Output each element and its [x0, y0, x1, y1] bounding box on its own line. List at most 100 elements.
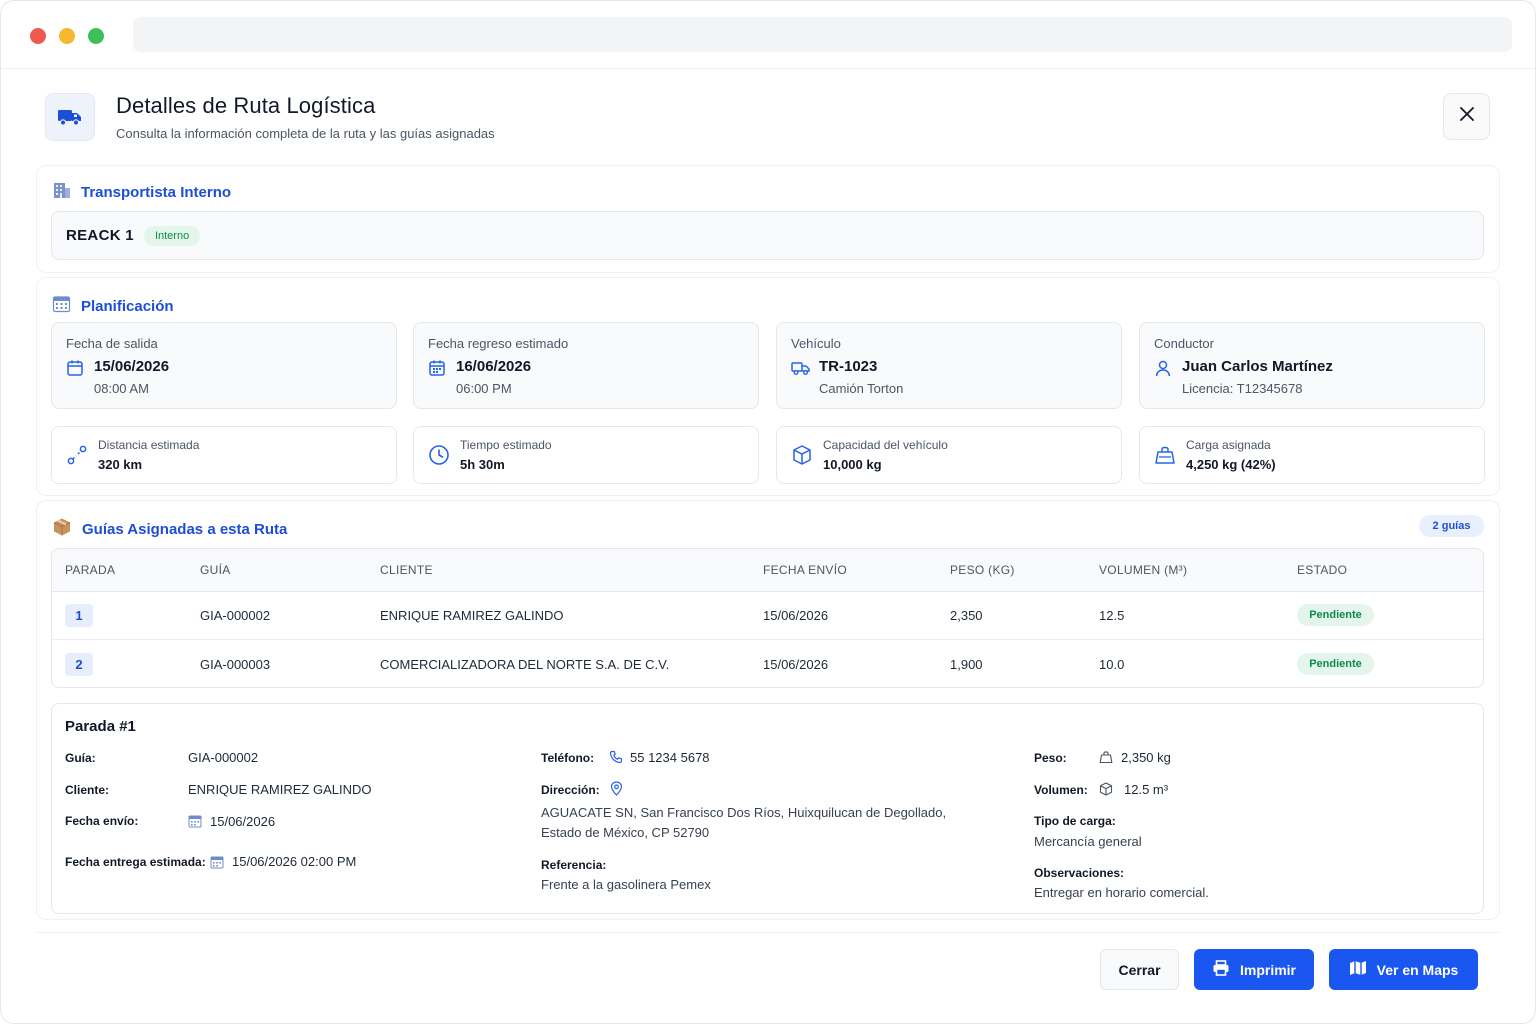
table-row[interactable]: 1 GIA-000002 ENRIQUE RAMIREZ GALINDO 15/…: [52, 592, 1483, 640]
window-close-dot[interactable]: [30, 28, 46, 44]
address-line-2: Estado de México, CP 52790: [541, 825, 710, 840]
assigned-load-card: Carga asignada 4,250 kg (42%): [1139, 426, 1485, 484]
window-titlebar: [1, 1, 1535, 69]
ship-date-value: 15/06/2026: [210, 814, 276, 829]
return-date-card: Fecha regreso estimado 16/06/2026 06:00 …: [413, 322, 759, 409]
cargo-type-label: Tipo de carga:: [1034, 814, 1116, 828]
volume-label: Volumen:: [1034, 783, 1088, 797]
phone-value: 55 1234 5678: [630, 750, 710, 765]
metric-value: 5h 30m: [460, 457, 505, 472]
card-value: TR-1023: [819, 358, 878, 375]
cancel-button[interactable]: Cerrar: [1100, 949, 1179, 990]
client-value: ENRIQUE RAMIREZ GALINDO: [188, 782, 372, 797]
client-cell: COMERCIALIZADORA DEL NORTE S.A. DE C.V.: [380, 657, 670, 672]
building-icon: [52, 180, 71, 204]
phone-label: Teléfono:: [541, 751, 595, 765]
window-maximize-dot[interactable]: [88, 28, 104, 44]
card-sub: Camión Torton: [819, 381, 904, 396]
column-header[interactable]: FECHA ENVÍO: [763, 563, 847, 577]
volume-value: 12.5 m³: [1124, 782, 1169, 797]
stop-number: 2: [65, 653, 93, 676]
metric-label: Capacidad del vehículo: [823, 438, 948, 452]
capacity-card: Capacidad del vehículo 10,000 kg: [776, 426, 1122, 484]
print-button[interactable]: Imprimir: [1194, 949, 1314, 990]
guide-value: GIA-000002: [188, 750, 259, 765]
close-icon: [1459, 107, 1474, 126]
stop-detail-panel: Parada #1 Guía: GIA-000002 Cliente: ENRI…: [51, 703, 1484, 914]
column-header[interactable]: ESTADO: [1297, 563, 1347, 577]
guides-count-badge: 2 guías: [1419, 515, 1484, 537]
carrier-section-title: Transportista Interno: [81, 183, 232, 201]
box-icon: [791, 444, 813, 471]
card-label: Fecha regreso estimado: [428, 336, 569, 351]
truck-icon: [45, 93, 95, 141]
weight-cell: 1,900: [950, 657, 983, 672]
ship-date-label: Fecha envío:: [65, 814, 139, 828]
address-line-1: AGUACATE SN, San Francisco Dos Ríos, Hui…: [541, 805, 947, 820]
metric-value: 320 km: [98, 457, 143, 472]
weight-label: Peso:: [1034, 751, 1067, 765]
vehicle-card: Vehículo TR-1023 Camión Torton: [776, 322, 1122, 409]
weight-value: 2,350 kg: [1121, 750, 1171, 765]
column-header[interactable]: VOLUMEN (M³): [1099, 563, 1187, 577]
window-minimize-dot[interactable]: [59, 28, 75, 44]
clock-icon: [428, 444, 450, 471]
calendar-grid-icon: [428, 359, 446, 382]
view-in-maps-button[interactable]: Ver en Maps: [1329, 949, 1478, 990]
card-sub: 06:00 PM: [456, 381, 512, 396]
weight-cell: 2,350: [950, 608, 983, 623]
client-cell: ENRIQUE RAMIREZ GALINDO: [380, 608, 564, 623]
guides-table: PARADA GUÍA CLIENTE FECHA ENVÍO PESO (KG…: [51, 548, 1484, 688]
card-value: Juan Carlos Martínez: [1182, 358, 1333, 375]
stop-detail-title: Parada #1: [65, 718, 136, 735]
phone-icon: [609, 750, 623, 769]
date-cell: 15/06/2026: [763, 657, 829, 672]
planning-section-title: Planificación: [81, 297, 174, 315]
metric-label: Distancia estimada: [98, 438, 200, 452]
guide-cell: GIA-000003: [200, 657, 271, 672]
table-row[interactable]: 2 GIA-000003 COMERCIALIZADORA DEL NORTE …: [52, 641, 1483, 687]
status-badge: Pendiente: [1297, 604, 1374, 626]
delivery-date-value: 15/06/2026 02:00 PM: [232, 854, 357, 869]
calendar-grid-icon: [52, 294, 71, 318]
notes-value: Entregar en horario comercial.: [1034, 885, 1209, 900]
metric-label: Carga asignada: [1186, 438, 1271, 452]
table-header: PARADA GUÍA CLIENTE FECHA ENVÍO PESO (KG…: [52, 549, 1483, 592]
footer-divider: [36, 932, 1500, 933]
map-pin-icon: [610, 781, 623, 801]
calendar-grid-icon: [188, 814, 202, 833]
carrier-card: REACK 1 Interno: [51, 211, 1484, 260]
metric-value: 10,000 kg: [823, 457, 882, 472]
column-header[interactable]: CLIENTE: [380, 563, 433, 577]
reference-value: Frente a la gasolinera Pemex: [541, 877, 711, 892]
address-bar[interactable]: [133, 17, 1512, 52]
card-label: Vehículo: [791, 336, 841, 351]
cancel-button-label: Cerrar: [1118, 961, 1161, 978]
package-icon: [52, 517, 72, 542]
column-header[interactable]: PARADA: [65, 563, 115, 577]
page-subtitle: Consulta la información completa de la r…: [116, 126, 495, 141]
card-label: Fecha de salida: [66, 336, 158, 351]
address-label: Dirección:: [541, 783, 600, 797]
card-sub: 08:00 AM: [94, 381, 149, 396]
reference-label: Referencia:: [541, 858, 607, 872]
weight-icon: [1099, 750, 1113, 769]
guide-label: Guía:: [65, 751, 96, 765]
carrier-name: REACK 1: [66, 227, 134, 244]
volume-cell: 12.5: [1099, 608, 1125, 623]
printer-icon: [1212, 960, 1230, 979]
user-icon: [1154, 359, 1172, 382]
delivery-date-label: Fecha entrega estimada:: [65, 855, 206, 869]
maps-button-label: Ver en Maps: [1376, 961, 1459, 978]
map-icon: [1349, 960, 1367, 979]
print-button-label: Imprimir: [1239, 961, 1296, 978]
card-label: Conductor: [1154, 336, 1214, 351]
column-header[interactable]: PESO (KG): [950, 563, 1015, 577]
column-header[interactable]: GUÍA: [200, 563, 231, 577]
status-badge: Pendiente: [1297, 653, 1374, 675]
truck-icon: [791, 359, 810, 382]
card-sub: Licencia: T12345678: [1182, 381, 1303, 396]
close-dialog-button[interactable]: [1443, 93, 1490, 140]
guides-section-title: Guías Asignadas a esta Ruta: [82, 521, 288, 538]
route-icon: [66, 444, 88, 471]
